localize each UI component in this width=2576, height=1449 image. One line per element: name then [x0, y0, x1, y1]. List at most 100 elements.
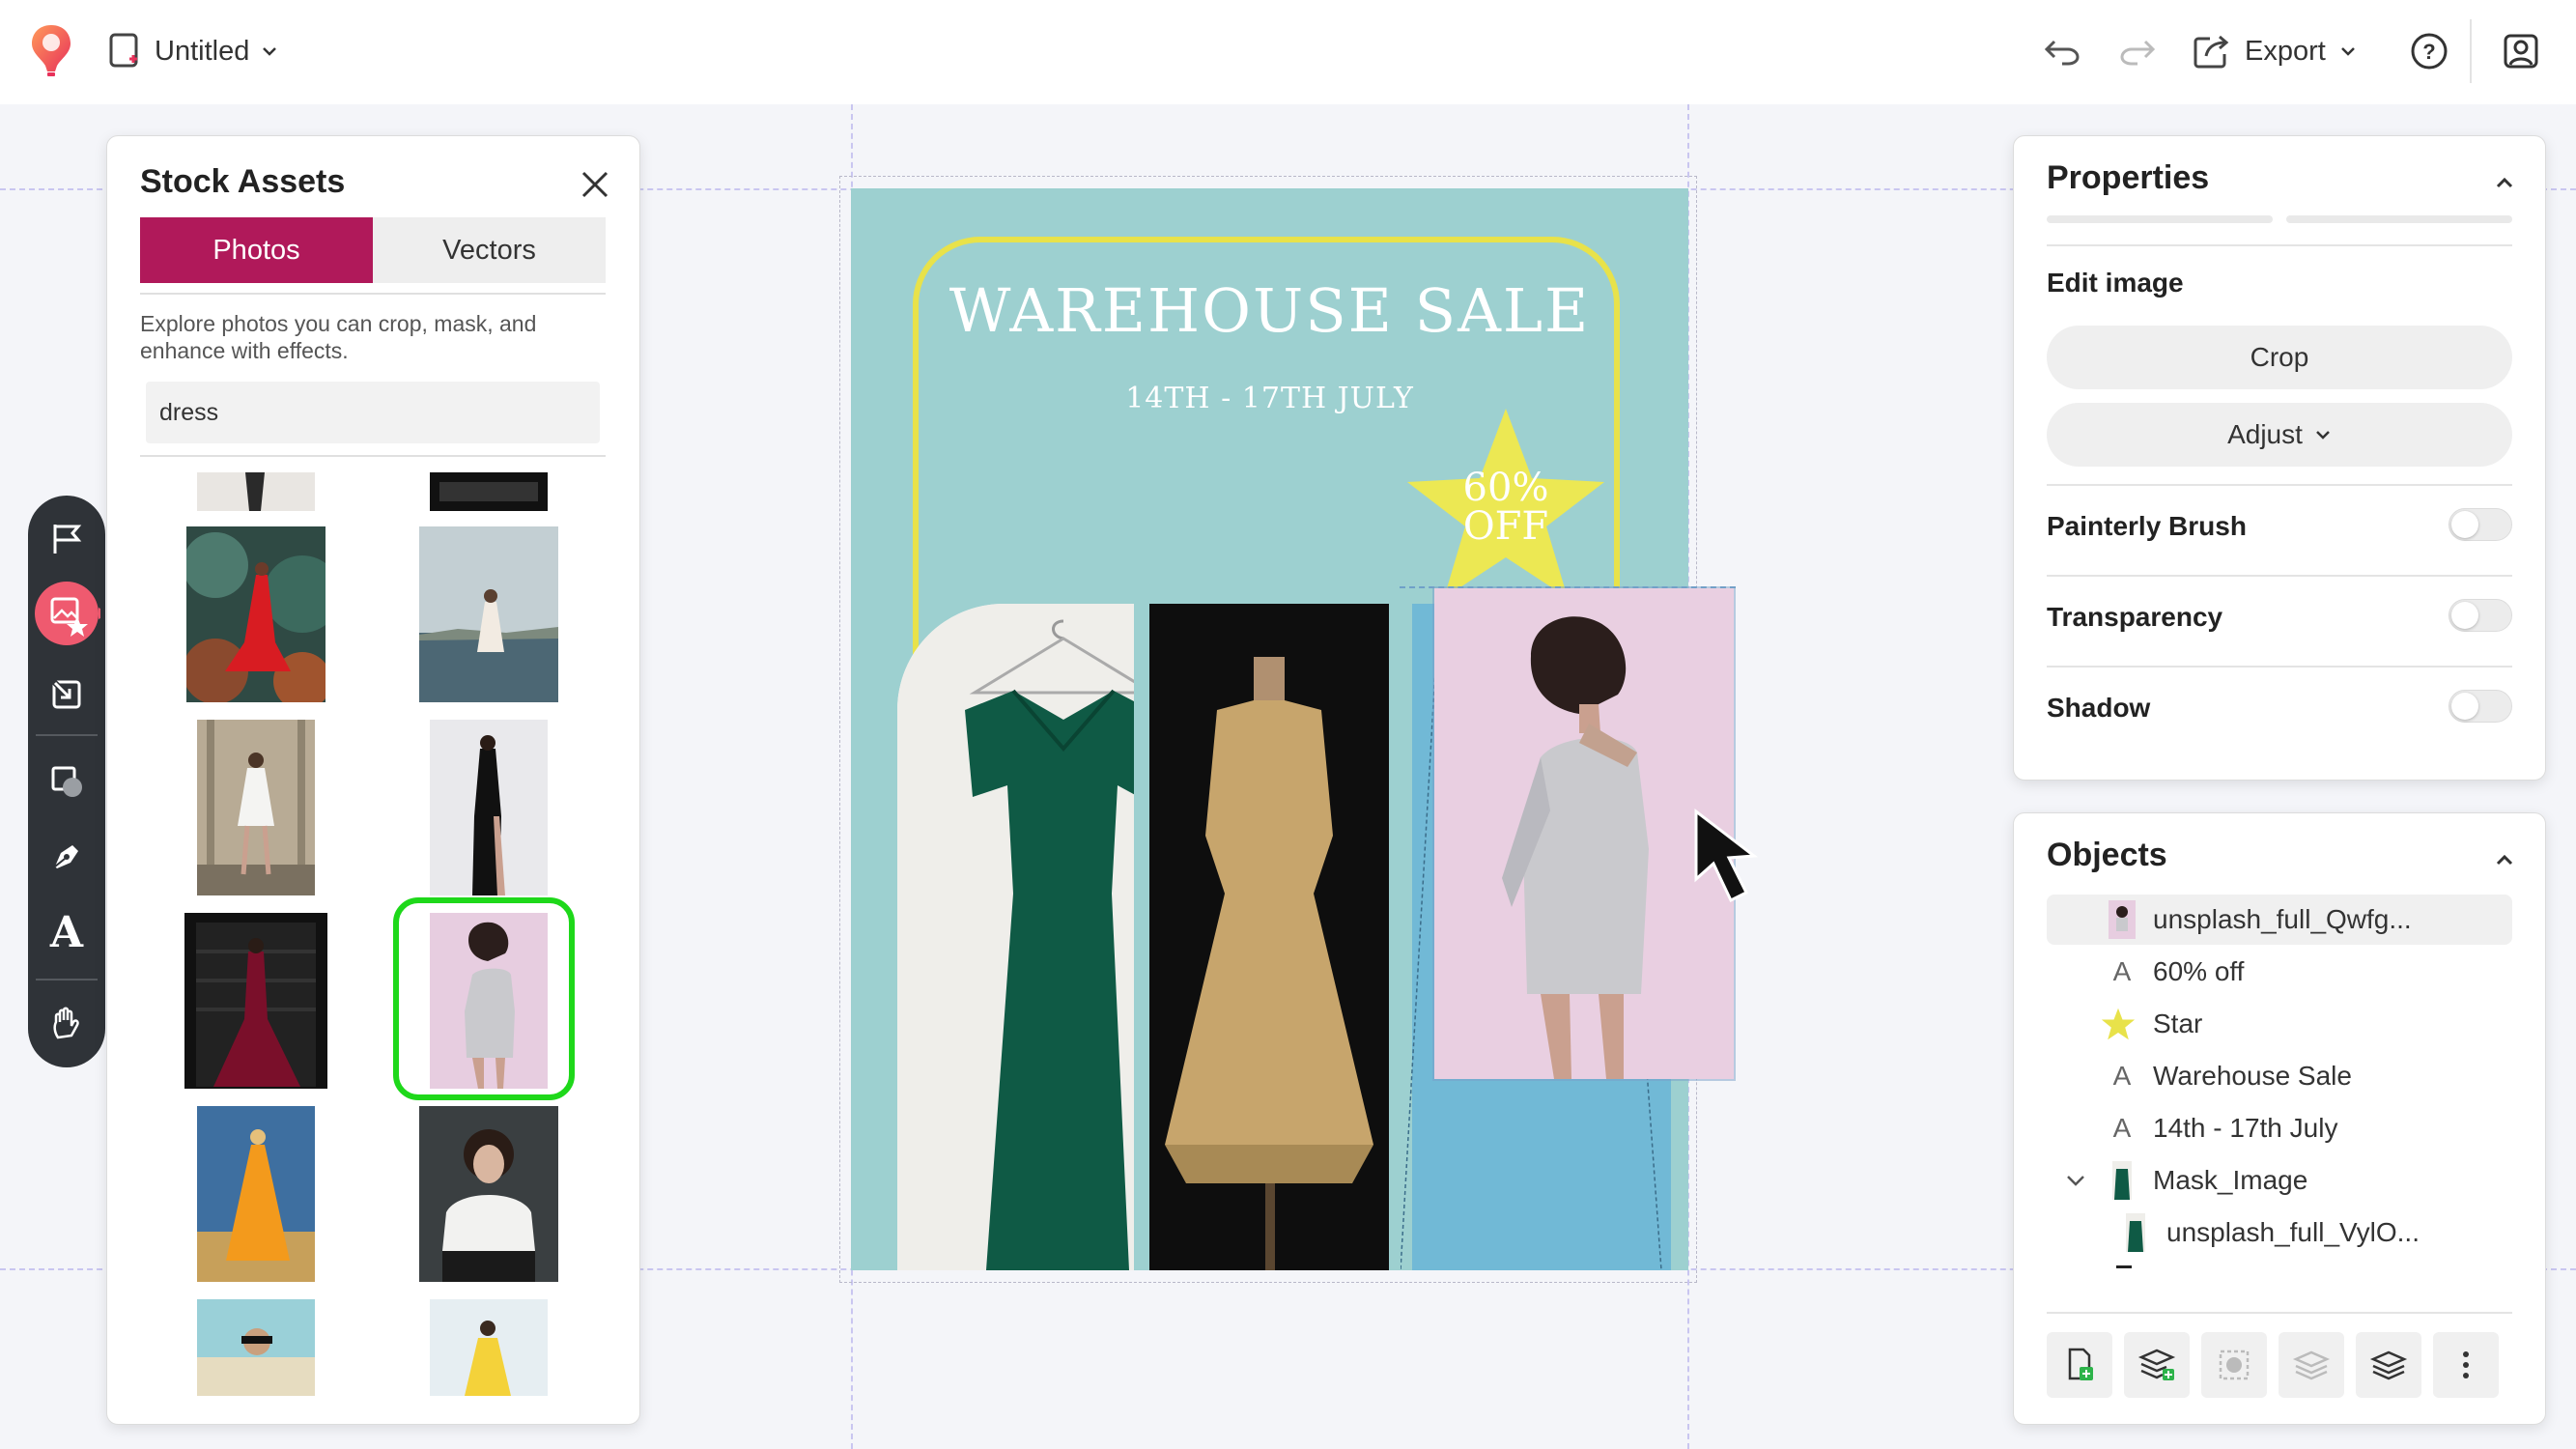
discount-text[interactable]: 60% OFF: [1394, 469, 1618, 546]
toggle-knob: [2451, 602, 2478, 629]
photo-thumbnail[interactable]: [186, 526, 326, 702]
chevron-up-icon: [2491, 846, 2518, 873]
object-row[interactable]: A 14th - 17th July: [2047, 1103, 2512, 1153]
group-icon: [2215, 1346, 2253, 1384]
scroll-hint: [2047, 215, 2273, 223]
layers-icon: [2292, 1346, 2331, 1384]
selection-highlight: [393, 897, 575, 1100]
photo-thumbnail[interactable]: [430, 720, 548, 895]
photo-thumbnail[interactable]: [184, 913, 327, 1089]
ungroup-button[interactable]: [2279, 1332, 2344, 1398]
object-row[interactable]: unsplash_full_Qwfg...: [2047, 895, 2512, 945]
text-icon: A: [2112, 1061, 2132, 1091]
hand-icon: [48, 1005, 85, 1041]
collapse-panel-button[interactable]: [2491, 169, 2518, 196]
redo-icon: [2118, 36, 2157, 67]
text-tool-button[interactable]: A: [28, 901, 105, 963]
object-label: Mask_Image: [2153, 1165, 2308, 1195]
chevron-down-icon: [261, 44, 278, 58]
search-input[interactable]: [146, 382, 600, 443]
undo-button[interactable]: [2038, 27, 2086, 75]
adjust-label: Adjust: [2227, 419, 2303, 449]
photo-thumbnail[interactable]: [197, 1299, 315, 1396]
more-options-button[interactable]: [2433, 1332, 2499, 1398]
objects-panel: Objects unsplash_full_Qwfg... A 60% off …: [2013, 812, 2546, 1425]
help-button[interactable]: ?: [2405, 27, 2453, 75]
shapes-tool-button[interactable]: [28, 751, 105, 812]
arrange-button[interactable]: [2356, 1332, 2421, 1398]
properties-panel: Properties Edit image Crop Adjust Painte…: [2013, 135, 2546, 781]
object-label: Warehouse Sale: [2153, 1061, 2352, 1091]
discount-line-2: OFF: [1462, 504, 1549, 549]
group-button[interactable]: [2201, 1332, 2267, 1398]
document-icon: [108, 32, 143, 71]
divider: [2047, 1312, 2512, 1314]
import-tool-button[interactable]: [28, 664, 105, 725]
panel-description: Explore photos you can crop, mask, and e…: [140, 311, 537, 363]
collapse-panel-button[interactable]: [2491, 846, 2518, 873]
mask-thumb-icon: [2105, 1161, 2139, 1200]
object-row[interactable]: Star: [2047, 999, 2512, 1049]
divider: [140, 455, 606, 457]
photo-thumbnail[interactable]: [430, 472, 548, 511]
divider: [2047, 244, 2512, 246]
shadow-toggle[interactable]: [2449, 690, 2512, 723]
object-row[interactable]: unsplash_full_VylO...: [2047, 1208, 2512, 1258]
toolbar-divider: [2470, 19, 2472, 83]
photo-thumbnail[interactable]: [419, 1106, 558, 1282]
add-layer-button[interactable]: [2124, 1332, 2190, 1398]
photo-thumbnail[interactable]: [197, 1106, 315, 1282]
image-thumb-icon: [2118, 1213, 2153, 1252]
object-row[interactable]: A 60% off: [2047, 947, 2512, 997]
object-row[interactable]: A Warehouse Sale: [2047, 1051, 2512, 1101]
photo-thumbnail[interactable]: [197, 720, 315, 895]
file-menu-button[interactable]: Untitled: [108, 29, 278, 73]
object-label: 14th - 17th July: [2153, 1113, 2338, 1143]
photo-thumbnail[interactable]: [419, 526, 558, 702]
hand-tool-button[interactable]: [28, 992, 105, 1054]
transparency-toggle[interactable]: [2449, 599, 2512, 632]
pen-tool-button[interactable]: [28, 824, 105, 886]
chevron-down-icon[interactable]: [2058, 1161, 2093, 1200]
tab-vectors[interactable]: Vectors: [373, 217, 606, 283]
document-title: Untitled: [155, 35, 250, 67]
panel-title: Properties: [2047, 159, 2210, 196]
toggle-knob: [2451, 511, 2478, 538]
shadow-label: Shadow: [2047, 693, 2151, 723]
flag-tool-button[interactable]: [28, 507, 105, 569]
poster-title[interactable]: WAREHOUSE SALE: [851, 275, 1688, 346]
divider: [140, 293, 606, 295]
add-layer-icon: [2137, 1346, 2176, 1384]
painterly-brush-toggle[interactable]: [2449, 508, 2512, 541]
star-icon: [2101, 1005, 2136, 1043]
silver-dress-photo-selected[interactable]: [1434, 588, 1734, 1079]
stock-assets-tool-button[interactable]: [28, 582, 105, 645]
import-icon: [49, 677, 84, 712]
crop-button[interactable]: Crop: [2047, 326, 2512, 389]
gold-dress-photo[interactable]: [1149, 604, 1389, 1270]
transparency-label: Transparency: [2047, 602, 2223, 632]
export-button[interactable]: Export: [2193, 27, 2357, 75]
shapes-icon: [49, 764, 84, 799]
object-label: Star: [2153, 1009, 2203, 1038]
divider: [2047, 575, 2512, 577]
stock-assets-panel: Stock Assets Photos Vectors Explore phot…: [106, 135, 640, 1425]
export-icon: [2193, 33, 2231, 70]
help-icon: ?: [2410, 32, 2449, 71]
adjust-button[interactable]: Adjust: [2047, 403, 2512, 467]
close-panel-button[interactable]: [576, 165, 614, 204]
tab-photos[interactable]: Photos: [140, 217, 373, 283]
redo-button[interactable]: [2113, 27, 2162, 75]
divider: [2047, 484, 2512, 486]
svg-text:?: ?: [2422, 40, 2435, 64]
app-logo-icon[interactable]: [29, 23, 73, 77]
more-vertical-icon: [2460, 1349, 2472, 1381]
object-row[interactable]: Mask_Image: [2047, 1155, 2512, 1206]
section-label: Edit image: [2047, 268, 2184, 298]
account-button[interactable]: [2497, 27, 2545, 75]
photo-thumbnail[interactable]: [430, 1299, 548, 1396]
photo-thumbnail[interactable]: [197, 472, 315, 511]
green-dress-photo[interactable]: [897, 604, 1134, 1270]
add-page-button[interactable]: [2047, 1332, 2112, 1398]
discount-line-1: 60%: [1462, 466, 1549, 510]
